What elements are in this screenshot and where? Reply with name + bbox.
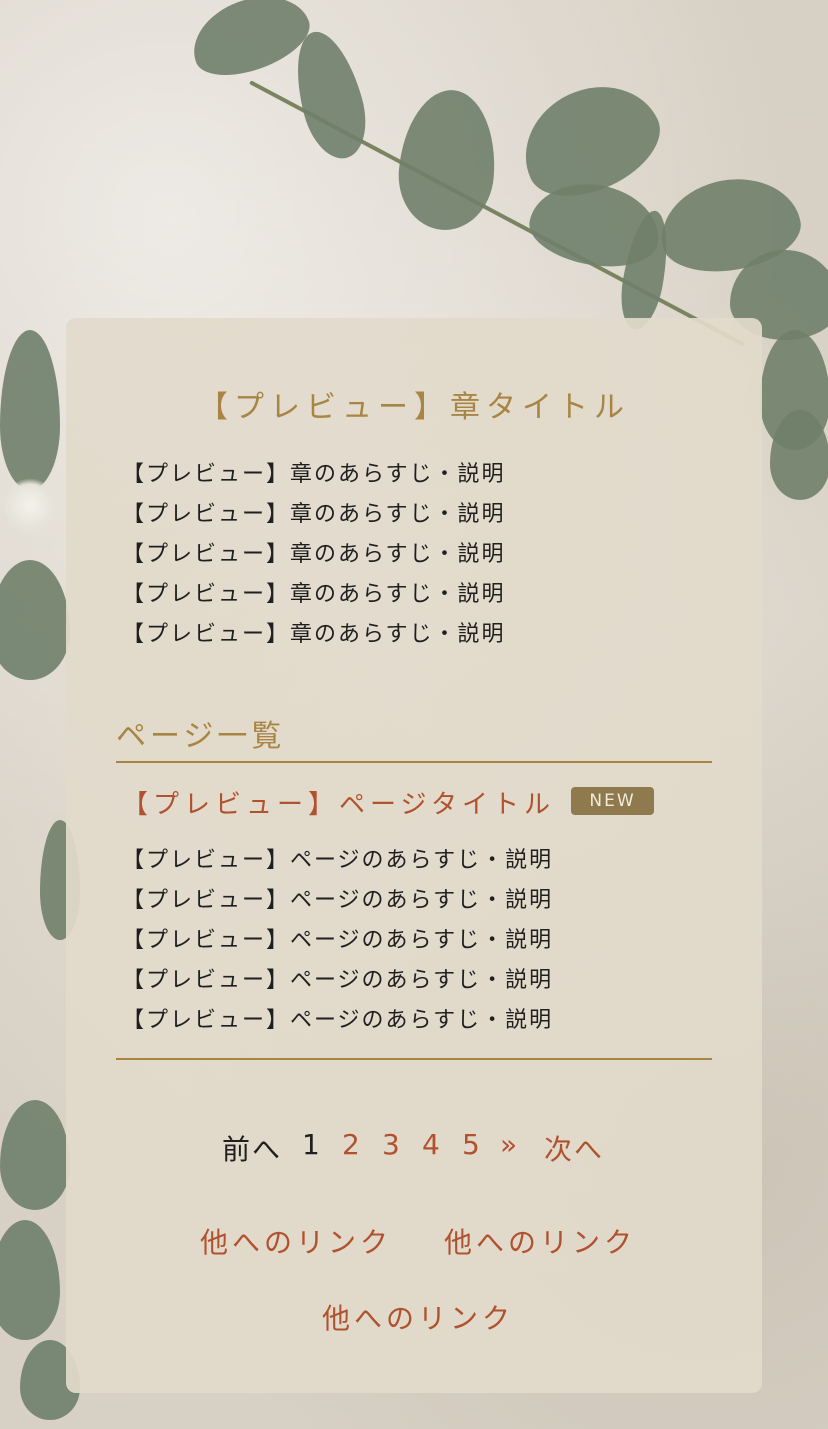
- page-description-line: 【プレビュー】ページのあらすじ・説明: [122, 968, 554, 993]
- white-flower-icon: [2, 478, 58, 534]
- pagination-page[interactable]: 3: [382, 1128, 402, 1161]
- other-link[interactable]: 他へのリンク: [444, 1221, 636, 1261]
- chapter-description-line: 【プレビュー】章のあらすじ・説明: [122, 542, 506, 567]
- chapter-description-line: 【プレビュー】章のあらすじ・説明: [122, 622, 506, 647]
- pagination-prev[interactable]: 前へ: [222, 1128, 282, 1168]
- chapter-title: 【プレビュー】章タイトル: [198, 390, 630, 425]
- pagination-forward[interactable]: »: [500, 1128, 519, 1161]
- eucalyptus-leaf: [770, 410, 828, 500]
- pagination-next[interactable]: 次へ: [544, 1128, 604, 1168]
- divider: [116, 761, 712, 763]
- content-panel: 【プレビュー】章タイトル 【プレビュー】章のあらすじ・説明 【プレビュー】章のあ…: [66, 318, 762, 1393]
- new-badge: NEW: [571, 787, 654, 815]
- chapter-description-line: 【プレビュー】章のあらすじ・説明: [122, 582, 506, 607]
- page-description-line: 【プレビュー】ページのあらすじ・説明: [122, 848, 554, 873]
- pagination-page-current: 1: [302, 1128, 322, 1161]
- page-list-heading: ページ一覧: [116, 719, 286, 754]
- divider: [116, 1058, 712, 1060]
- pagination-page[interactable]: 5: [462, 1128, 482, 1161]
- pagination-page[interactable]: 2: [342, 1128, 362, 1161]
- other-link[interactable]: 他へのリンク: [322, 1297, 514, 1337]
- page-title-link[interactable]: 【プレビュー】ページタイトル: [122, 784, 555, 821]
- chapter-description-line: 【プレビュー】章のあらすじ・説明: [122, 462, 506, 487]
- pagination-page[interactable]: 4: [422, 1128, 442, 1161]
- page-description-line: 【プレビュー】ページのあらすじ・説明: [122, 928, 554, 953]
- page-description-line: 【プレビュー】ページのあらすじ・説明: [122, 1008, 554, 1033]
- page-description-line: 【プレビュー】ページのあらすじ・説明: [122, 888, 554, 913]
- chapter-description-line: 【プレビュー】章のあらすじ・説明: [122, 502, 506, 527]
- other-link[interactable]: 他へのリンク: [200, 1221, 392, 1261]
